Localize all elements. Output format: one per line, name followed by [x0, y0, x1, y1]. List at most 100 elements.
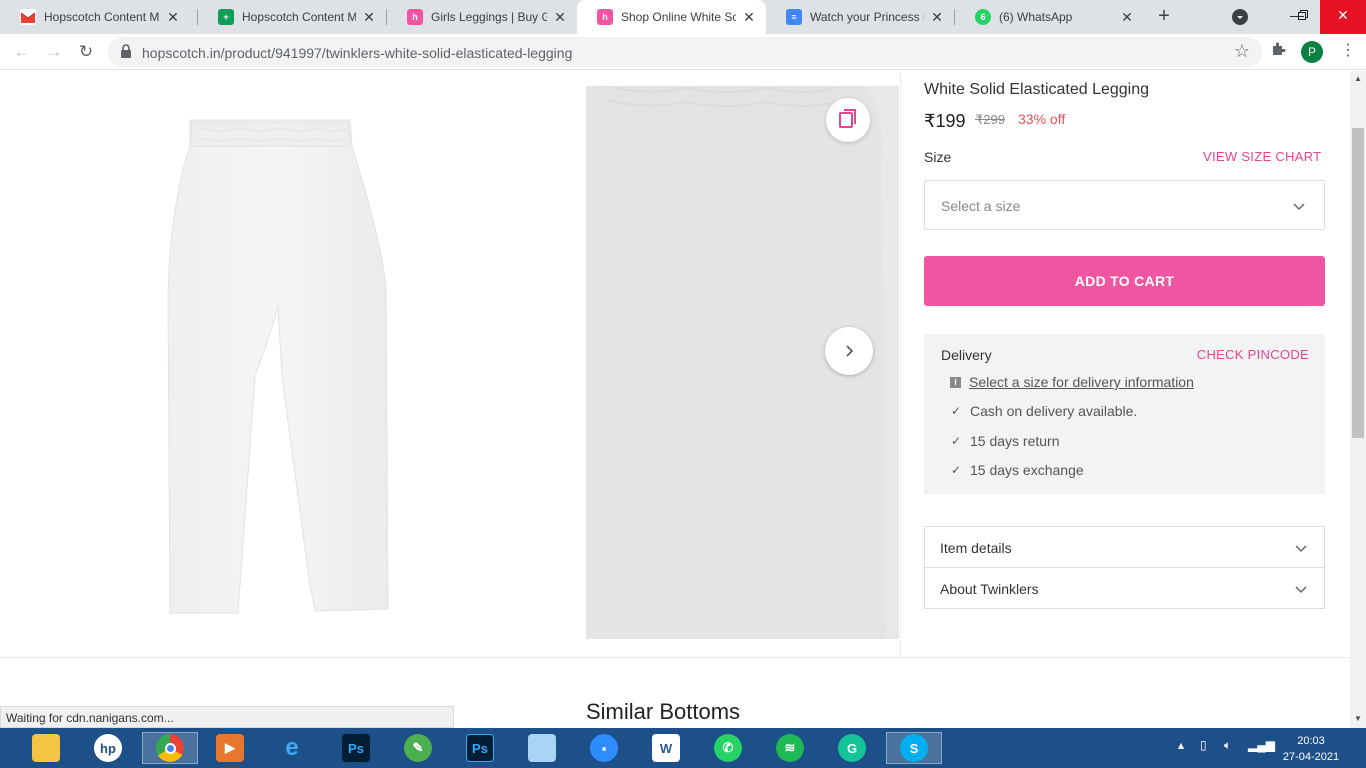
spotify-icon[interactable]: ≋ [770, 732, 810, 764]
product-mrp: ₹299 [975, 112, 1005, 127]
show-hidden-icons-icon[interactable]: ▴ [1178, 738, 1184, 752]
delivery-item: ✓ 15 days return [950, 433, 1060, 449]
discount-badge: 33% off [1018, 111, 1066, 127]
page-content: White Solid Elasticated Legging ₹199 ₹29… [0, 71, 1350, 728]
gmail-icon [20, 9, 36, 25]
tab-search-icon[interactable] [1232, 9, 1248, 25]
about-brand-accordion[interactable]: About Twinklers [924, 567, 1325, 609]
item-details-accordion[interactable]: Item details [924, 526, 1325, 568]
media-player-icon[interactable]: ▶ [210, 732, 250, 764]
size-label: Size [924, 149, 952, 165]
size-select-placeholder: Select a size [941, 198, 1021, 214]
notepad-icon[interactable] [522, 732, 562, 764]
check-icon: ✓ [950, 463, 962, 477]
close-tab-icon[interactable]: ✕ [930, 9, 944, 26]
url-text: hopscotch.in/product/941997/twinklers-wh… [142, 45, 573, 61]
similar-products-heading: Similar Bottoms [586, 699, 741, 724]
scrollbar-thumb[interactable] [1352, 128, 1364, 438]
product-price: ₹199 [924, 111, 966, 131]
battery-icon[interactable]: ▯ [1200, 738, 1207, 752]
view-size-chart-link[interactable]: VIEW SIZE CHART [1203, 149, 1321, 164]
volume-icon[interactable]: 🔈︎ [1224, 738, 1231, 753]
tab-watch-your-princess[interactable]: ≡ Watch your Princess Pu ✕ [766, 0, 954, 34]
product-image-main[interactable] [160, 116, 400, 616]
file-explorer-icon[interactable] [26, 732, 66, 764]
scroll-up-icon[interactable]: ▲ [1350, 71, 1366, 87]
docs-icon: ≡ [786, 9, 802, 25]
network-icon[interactable]: ▂▄▆ [1248, 738, 1275, 752]
chevron-right-icon [846, 345, 854, 357]
column-divider [900, 71, 901, 657]
delivery-item-text: 15 days exchange [970, 462, 1084, 478]
tab-title: Hopscotch Content Ma [44, 10, 160, 24]
check-pincode-link[interactable]: CHECK PINCODE [1197, 347, 1309, 362]
delivery-title: Delivery [941, 347, 992, 363]
tab-title: Watch your Princess Pu [810, 10, 924, 24]
whatsapp-icon[interactable]: ✆ [708, 732, 748, 764]
grammarly-icon[interactable]: G [832, 732, 872, 764]
tab-shop-online-white[interactable]: h Shop Online White Soli ✕ [577, 0, 766, 34]
skype-icon[interactable]: S [886, 732, 942, 764]
forward-icon[interactable]: → [42, 40, 66, 64]
reload-icon[interactable]: ↻ [74, 40, 98, 64]
tab-hopscotch-content-1[interactable]: Hopscotch Content Ma ✕ [0, 0, 190, 34]
check-icon: ✓ [950, 434, 962, 448]
delivery-info-link[interactable]: Select a size for delivery information [969, 374, 1194, 390]
tab-girls-leggings[interactable]: h Girls Leggings | Buy Girl ✕ [387, 0, 577, 34]
close-tab-icon[interactable]: ✕ [742, 9, 756, 26]
hopscotch-icon: h [597, 9, 613, 25]
chevron-down-icon [1295, 586, 1307, 594]
info-icon: i [950, 376, 961, 388]
delivery-item: ✓ Cash on delivery available. [950, 403, 1137, 419]
delivery-info-row: i Select a size for delivery information [950, 374, 1194, 390]
photoshop-icon[interactable]: Ps [460, 732, 500, 764]
browser-toolbar: ← → ↻ hopscotch.in/product/941997/twinkl… [0, 34, 1366, 70]
browser-status-bar: Waiting for cdn.nanigans.com... [0, 706, 454, 728]
section-divider [0, 657, 1350, 658]
profile-avatar[interactable]: P [1301, 41, 1323, 63]
hp-icon[interactable]: hp [88, 732, 128, 764]
delivery-item: ✓ 15 days exchange [950, 462, 1084, 478]
tab-title: Girls Leggings | Buy Girl [431, 10, 547, 24]
chevron-down-icon [1293, 203, 1305, 211]
accordion-label: Item details [940, 540, 1012, 556]
address-bar[interactable]: hopscotch.in/product/941997/twinklers-wh… [108, 37, 1262, 67]
chrome-menu-icon[interactable]: ⋮ [1340, 40, 1356, 60]
clock-time: 20:03 [1297, 735, 1325, 747]
add-to-cart-button[interactable]: ADD TO CART [924, 256, 1325, 306]
close-tab-icon[interactable]: ✕ [362, 9, 376, 26]
next-image-button[interactable] [825, 327, 873, 375]
browser-tab-bar: Hopscotch Content Ma ✕ + Hopscotch Conte… [0, 0, 1366, 34]
word-icon[interactable]: W [646, 732, 686, 764]
sheets-icon: + [218, 9, 234, 25]
internet-explorer-icon[interactable]: e [272, 732, 312, 764]
lock-icon [121, 44, 131, 58]
product-title: White Solid Elasticated Legging [924, 81, 1150, 98]
clock-date: 27-04-2021 [1282, 751, 1340, 763]
delivery-panel: Delivery CHECK PINCODE i Select a size f… [924, 334, 1325, 494]
back-icon[interactable]: ← [10, 40, 34, 64]
chevron-down-icon [1295, 545, 1307, 553]
delivery-item-text: 15 days return [970, 433, 1060, 449]
greenshot-icon[interactable]: ✎ [398, 732, 438, 764]
tab-hopscotch-content-2[interactable]: + Hopscotch Content Ma ✕ [198, 0, 386, 34]
zoom-icon[interactable]: ▪ [584, 732, 624, 764]
similar-products-icon[interactable] [826, 98, 870, 142]
close-tab-icon[interactable]: ✕ [1120, 9, 1134, 26]
photoshop-icon[interactable]: Ps [336, 732, 376, 764]
windows-taskbar: hp ▶ e Ps ✎ Ps ▪ W ✆ ≋ G S [0, 728, 1366, 768]
accordion-label: About Twinklers [940, 581, 1039, 597]
extensions-icon[interactable] [1270, 41, 1286, 61]
bookmark-star-icon[interactable]: ☆ [1234, 41, 1250, 62]
chrome-icon[interactable] [142, 732, 198, 764]
hopscotch-icon: h [407, 9, 423, 25]
close-window-button[interactable]: ✕ [1320, 0, 1366, 34]
tab-whatsapp[interactable]: 6 (6) WhatsApp ✕ [955, 0, 1144, 34]
scroll-down-icon[interactable]: ▼ [1350, 711, 1366, 727]
size-select[interactable]: Select a size [924, 180, 1325, 230]
new-tab-button[interactable]: + [1152, 4, 1176, 28]
close-tab-icon[interactable]: ✕ [553, 9, 567, 26]
whatsapp-icon: 6 [975, 9, 991, 25]
taskbar-clock[interactable]: 20:03 27-04-2021 [1282, 733, 1340, 765]
close-tab-icon[interactable]: ✕ [166, 9, 180, 26]
